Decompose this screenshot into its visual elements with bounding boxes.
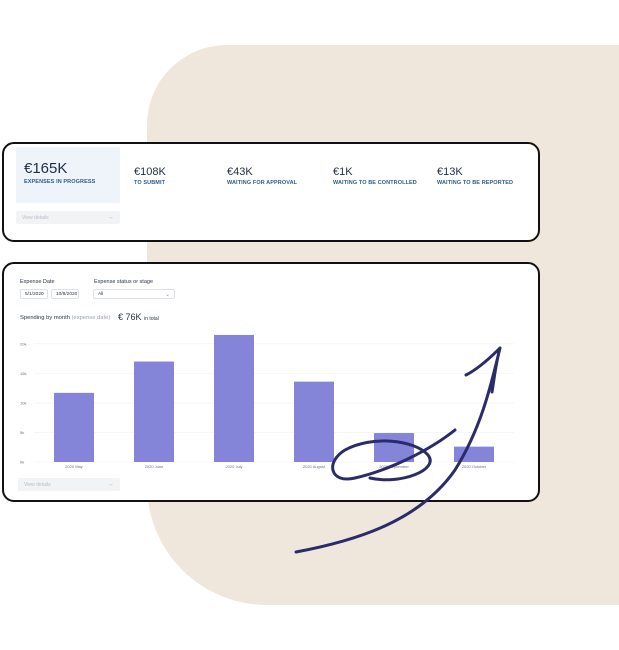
expense-date-label: Expense Date <box>20 279 55 285</box>
chart-bar[interactable] <box>454 446 494 462</box>
kpi-label: TO SUBMIT <box>134 180 166 186</box>
kpi-amount: €165K <box>24 160 68 177</box>
y-tick-label: 10k <box>20 400 26 405</box>
chart-title: Spending by month (expense date) <box>20 315 110 321</box>
x-tick-label: 2020 May <box>65 464 83 469</box>
x-tick-label: 2020 June <box>145 464 164 469</box>
chart-bar[interactable] <box>374 433 414 462</box>
kpi-amount: €43K <box>227 166 253 178</box>
date-to-input[interactable]: 10/8/2020 <box>51 289 79 299</box>
x-tick-label: 2020 September <box>379 464 409 469</box>
kpi-amount: €1K <box>333 166 353 178</box>
kpi-waiting-to-be-controlled[interactable]: €1K WAITING TO BE CONTROLLED <box>333 166 417 186</box>
kpi-amount: €108K <box>134 166 166 178</box>
chart-view-details-button[interactable]: View details → <box>18 478 120 491</box>
x-tick-label: 2020 August <box>303 464 326 469</box>
y-tick-label: 15k <box>20 371 26 376</box>
status-filter-label: Expense status or stage <box>94 279 154 285</box>
x-tick-label: 2020 October <box>462 464 487 469</box>
chart-bar[interactable] <box>214 334 254 462</box>
date-from-value: 5/1/2020 <box>25 291 44 297</box>
status-select[interactable]: All ⌄ <box>93 289 175 299</box>
kpi-label: WAITING FOR APPROVAL <box>227 180 298 186</box>
kpi-waiting-for-approval[interactable]: €43K WAITING FOR APPROVAL <box>227 166 297 186</box>
chart-title-text: Spending by month <box>20 315 70 321</box>
chart-total-value: € 76K <box>118 312 142 322</box>
arrow-right-icon: → <box>107 481 114 488</box>
y-tick-label: 0k <box>20 460 24 465</box>
view-details-label: View details <box>22 214 49 221</box>
view-details-button[interactable]: View details → <box>16 211 120 224</box>
arrow-right-icon: → <box>107 214 114 221</box>
view-details-label: View details <box>24 481 51 488</box>
expense-summary-card: €165K EXPENSES IN PROGRESS €108K TO SUBM… <box>2 142 540 242</box>
chart-bar[interactable] <box>54 392 94 462</box>
chart-title-sub: (expense date) <box>71 315 111 321</box>
bar-chart: 0k 5k 10k 15k 20k 2020 May 2020 June 2020 July 2… <box>20 334 514 469</box>
y-tick-label: 5k <box>20 430 24 435</box>
kpi-label: EXPENSES IN PROGRESS <box>24 179 96 185</box>
kpi-label: WAITING TO BE REPORTED <box>437 180 514 186</box>
spending-chart-card: Expense Date 5/1/2020 10/8/2020 Expense … <box>2 262 540 502</box>
x-tick-label: 2020 July <box>225 464 242 469</box>
kpi-label: WAITING TO BE CONTROLLED <box>333 180 417 186</box>
kpi-to-submit[interactable]: €108K TO SUBMIT <box>134 166 166 186</box>
chevron-down-icon: ⌄ <box>164 291 170 298</box>
y-tick-label: 20k <box>20 341 26 346</box>
date-to-value: 10/8/2020 <box>56 291 78 297</box>
chart-bar[interactable] <box>134 361 174 462</box>
status-value: All <box>98 291 104 297</box>
date-from-input[interactable]: 5/1/2020 <box>20 289 48 299</box>
chart-total: € 76K in total <box>118 312 159 322</box>
kpi-expenses-in-progress[interactable]: €165K EXPENSES IN PROGRESS <box>24 160 95 185</box>
kpi-waiting-to-be-reported[interactable]: €13K WAITING TO BE REPORTED <box>437 166 513 186</box>
chart-bar[interactable] <box>294 381 334 462</box>
kpi-amount: €13K <box>437 166 463 178</box>
